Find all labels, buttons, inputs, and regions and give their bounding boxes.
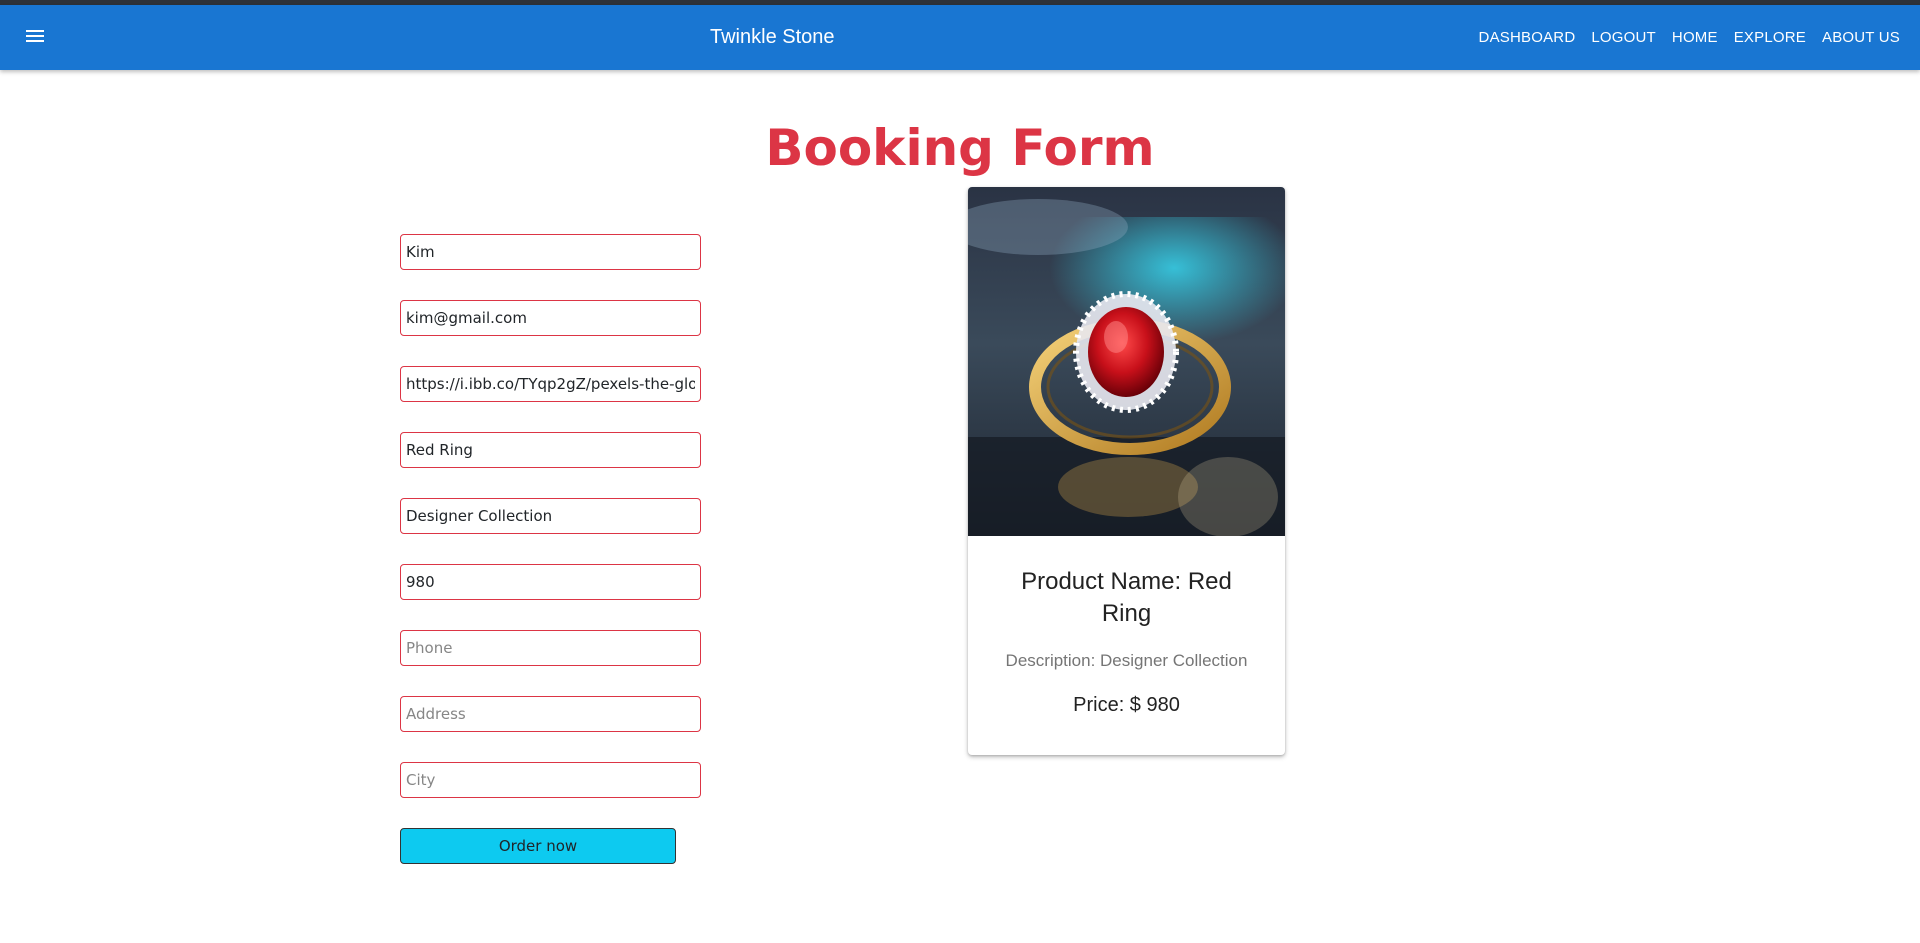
hamburger-menu-icon[interactable] (24, 30, 46, 46)
image-url-field[interactable] (400, 366, 701, 402)
app-bar: Twinkle Stone DASHBOARD LOGOUT HOME EXPL… (0, 5, 1920, 70)
phone-field[interactable] (400, 630, 701, 666)
description-field[interactable] (400, 498, 701, 534)
booking-form: Order now (400, 234, 701, 864)
nav-about-us[interactable]: ABOUT US (1822, 29, 1900, 47)
product-name: Product Name: Red Ring (1021, 568, 1232, 627)
nav-explore[interactable]: EXPLORE (1734, 29, 1806, 47)
product-card: Product Name: Red Ring Description: Desi… (968, 187, 1285, 755)
product-image (968, 187, 1285, 536)
product-price: Price: $ 980 (1073, 694, 1180, 716)
nav-home[interactable]: HOME (1672, 29, 1718, 47)
product-card-body: Product Name: Red Ring Description: Desi… (968, 566, 1285, 718)
page-title: Booking Form (765, 119, 1155, 177)
product-name-field[interactable] (400, 432, 701, 468)
app-title: Twinkle Stone (710, 26, 835, 48)
top-nav: DASHBOARD LOGOUT HOME EXPLORE ABOUT US (1463, 29, 1900, 47)
nav-dashboard[interactable]: DASHBOARD (1479, 29, 1576, 47)
city-field[interactable] (400, 762, 701, 798)
order-now-button[interactable]: Order now (400, 828, 676, 864)
name-field[interactable] (400, 234, 701, 270)
nav-logout[interactable]: LOGOUT (1591, 29, 1656, 47)
address-field[interactable] (400, 696, 701, 732)
price-field[interactable] (400, 564, 701, 600)
product-description: Description: Designer Collection (1005, 651, 1248, 670)
email-field[interactable] (400, 300, 701, 336)
